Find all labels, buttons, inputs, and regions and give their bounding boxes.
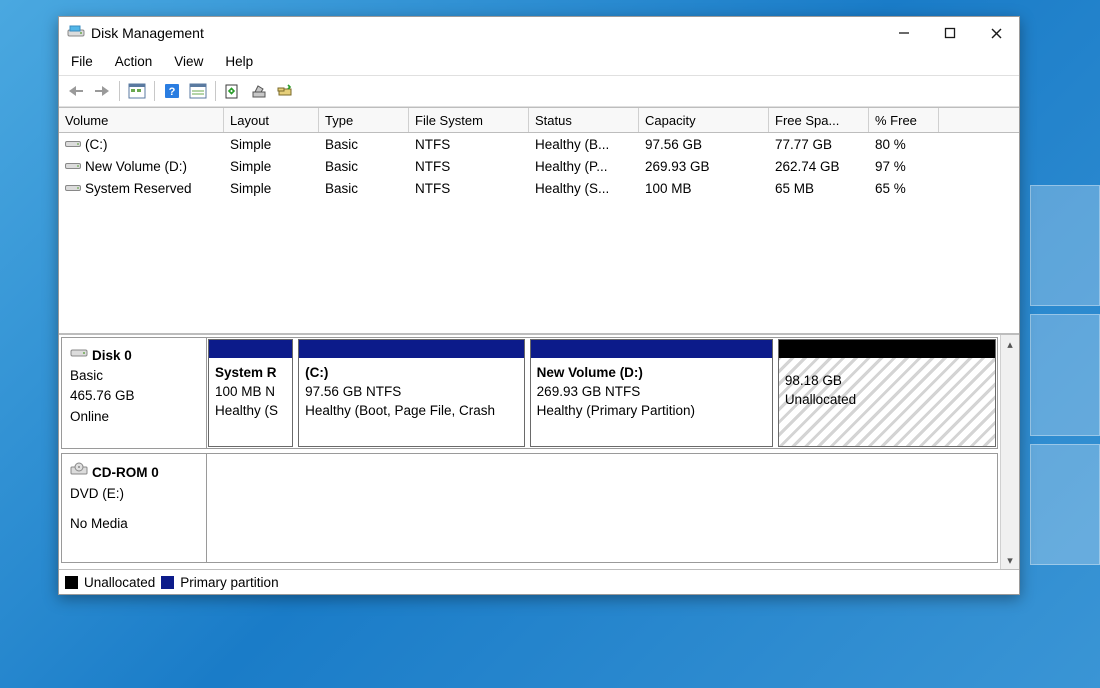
volume-row[interactable]: (C:)SimpleBasicNTFSHealthy (B...97.56 GB… [59,133,1019,155]
partition-unallocated[interactable]: 98.18 GBUnallocated [778,339,996,447]
volume-row[interactable]: System ReservedSimpleBasicNTFSHealthy (S… [59,177,1019,199]
minimize-button[interactable] [881,17,927,49]
col-status[interactable]: Status [529,108,639,132]
legend-swatch-unallocated [65,576,78,589]
menu-action[interactable]: Action [107,52,163,71]
svg-text:?: ? [169,86,176,98]
graphical-view-pane: Disk 0 Basic 465.76 GB Online System R10… [59,333,1019,569]
legend-primary: Primary partition [180,575,278,590]
titlebar[interactable]: Disk Management [59,17,1019,49]
disk-label-cdrom0: CD-ROM 0 DVD (E:) No Media [62,454,207,562]
cdrom-icon [70,462,88,483]
partition-primary[interactable]: (C:)97.56 GB NTFSHealthy (Boot, Page Fil… [298,339,525,447]
forward-button[interactable] [89,79,115,103]
refresh-button[interactable] [220,79,246,103]
disk-name: Disk 0 [92,347,132,365]
settings-list-button[interactable] [185,79,211,103]
menubar: File Action View Help [59,49,1019,75]
app-icon [67,24,85,42]
action-button[interactable] [272,79,298,103]
col-layout[interactable]: Layout [224,108,319,132]
disk-management-window: Disk Management File Action View Help [58,16,1020,595]
scroll-down-icon[interactable]: ▾ [1007,551,1013,569]
show-hide-tree-button[interactable] [124,79,150,103]
volume-list-header: Volume Layout Type File System Status Ca… [59,107,1019,133]
col-volume[interactable]: Volume [59,108,224,132]
help-button[interactable]: ? [159,79,185,103]
legend-swatch-primary [161,576,174,589]
legend-unallocated: Unallocated [84,575,155,590]
menu-view[interactable]: View [166,52,213,71]
volume-list-pane: Volume Layout Type File System Status Ca… [59,107,1019,333]
disk-state: Online [70,408,198,426]
window-title: Disk Management [91,25,881,41]
cdrom-state: No Media [70,515,198,533]
volume-row[interactable]: New Volume (D:)SimpleBasicNTFSHealthy (P… [59,155,1019,177]
toolbar: ? [59,75,1019,107]
scroll-up-icon[interactable]: ▴ [1007,335,1013,353]
disk-icon [70,346,88,365]
disk-row-disk0[interactable]: Disk 0 Basic 465.76 GB Online System R10… [61,337,998,449]
col-pct-free[interactable]: % Free [869,108,939,132]
windows-logo-decor [1030,185,1100,565]
disk-type: Basic [70,367,198,385]
menu-help[interactable]: Help [217,52,263,71]
properties-button[interactable] [246,79,272,103]
disk0-partitions: System R100 MB NHealthy (S (C:)97.56 GB … [207,338,997,448]
col-spacer [939,108,1019,132]
disk-label-disk0: Disk 0 Basic 465.76 GB Online [62,338,207,448]
cdrom-name: CD-ROM 0 [92,464,159,482]
volume-list-body[interactable]: (C:)SimpleBasicNTFSHealthy (B...97.56 GB… [59,133,1019,333]
close-button[interactable] [973,17,1019,49]
disk-row-cdrom0[interactable]: CD-ROM 0 DVD (E:) No Media [61,453,998,563]
col-free-space[interactable]: Free Spa... [769,108,869,132]
graphical-scrollbar[interactable]: ▴ ▾ [1000,335,1019,569]
disk-size: 465.76 GB [70,387,198,405]
legend: Unallocated Primary partition [59,569,1019,594]
menu-file[interactable]: File [63,52,103,71]
maximize-button[interactable] [927,17,973,49]
col-filesystem[interactable]: File System [409,108,529,132]
partition-primary[interactable]: System R100 MB NHealthy (S [208,339,293,447]
col-type[interactable]: Type [319,108,409,132]
cdrom-partitions [207,454,997,562]
back-button[interactable] [63,79,89,103]
partition-primary[interactable]: New Volume (D:)269.93 GB NTFSHealthy (Pr… [530,339,773,447]
col-capacity[interactable]: Capacity [639,108,769,132]
cdrom-type: DVD (E:) [70,485,198,503]
